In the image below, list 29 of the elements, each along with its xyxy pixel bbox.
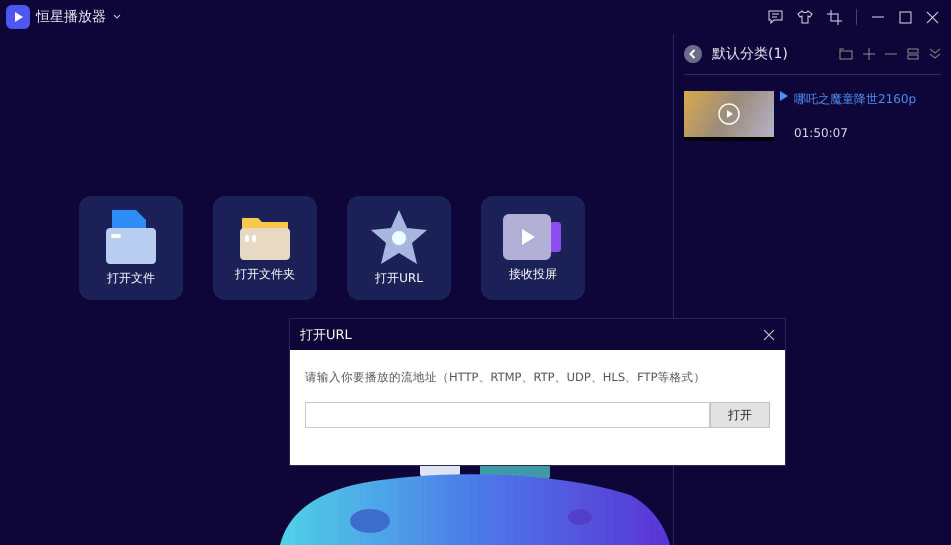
list-icon[interactable] <box>907 48 919 60</box>
action-card[interactable]: 接收投屏 <box>481 196 585 300</box>
back-icon[interactable] <box>684 45 702 63</box>
shirt-icon[interactable] <box>797 10 813 24</box>
video-camera-icon <box>503 214 563 260</box>
app-title: 恒星播放器 <box>36 8 106 26</box>
category-title: 默认分类(1) <box>712 45 788 63</box>
url-input-field[interactable] <box>305 402 710 428</box>
action-card[interactable]: 打开文件夹 <box>213 196 317 300</box>
action-card[interactable]: 打开文件 <box>79 196 183 300</box>
play-icon <box>718 103 740 125</box>
close-icon[interactable] <box>763 328 775 340</box>
folder-icon[interactable] <box>839 48 853 60</box>
chat-icon[interactable] <box>768 10 783 24</box>
star-icon <box>371 210 427 264</box>
crop-icon[interactable] <box>827 10 842 24</box>
action-card[interactable]: 打开URL <box>347 196 451 300</box>
video-title[interactable]: 哪吒之魔童降世2160p <box>794 91 916 108</box>
maximize-icon[interactable] <box>899 10 912 24</box>
double-chevron-down-icon[interactable] <box>929 48 941 60</box>
play-logo-icon <box>6 5 30 29</box>
video-duration: 01:50:07 <box>794 126 849 140</box>
dialog-prompt: 请输入你要播放的流地址（HTTP、RTMP、RTP、UDP、HLS、FTP等格式） <box>305 370 707 385</box>
close-icon[interactable] <box>926 10 939 24</box>
file-icon <box>106 210 156 264</box>
open-button[interactable]: 打开 <box>710 402 770 428</box>
dialog-title: 打开URL <box>300 326 352 344</box>
plus-icon[interactable] <box>863 48 875 60</box>
video-thumbnail[interactable] <box>684 91 774 141</box>
